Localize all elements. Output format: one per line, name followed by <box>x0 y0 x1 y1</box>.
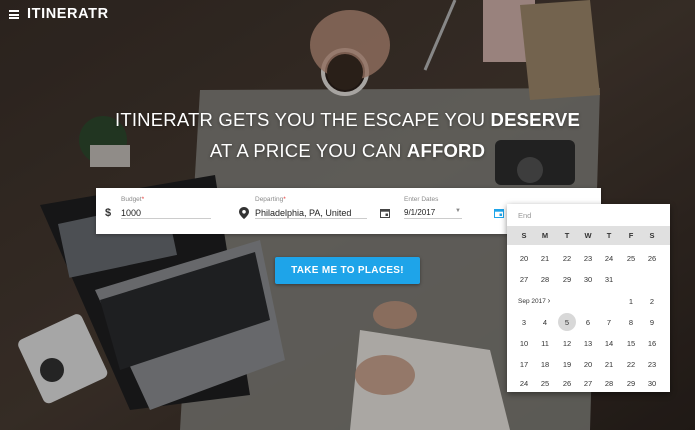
headline-line-1-emphasis: DESERVE <box>490 109 580 130</box>
calendar-day[interactable]: 21 <box>535 254 555 263</box>
departing-label: Departing* <box>255 196 286 203</box>
calendar-day[interactable]: 9 <box>642 318 662 327</box>
weekday-label: M <box>541 231 549 240</box>
take-me-to-places-button[interactable]: TAKE ME TO PLACES! <box>275 257 420 284</box>
calendar-day[interactable]: 18 <box>535 360 555 369</box>
calendar-day[interactable]: 8 <box>621 318 641 327</box>
weekday-label: S <box>649 231 655 240</box>
dollar-icon: $ <box>105 207 112 219</box>
calendar-day[interactable]: 3 <box>514 318 534 327</box>
end-date-input[interactable]: End <box>518 211 531 220</box>
calendar-day[interactable]: 24 <box>599 254 619 263</box>
calendar-day[interactable]: 13 <box>578 339 598 348</box>
calendar-week-row: 24 25 26 27 28 29 30 <box>507 374 670 392</box>
calendar-day[interactable]: 25 <box>621 254 641 263</box>
headline-line-1-text: ITINERATR GETS YOU THE ESCAPE YOU <box>115 109 491 130</box>
calendar-day[interactable]: 22 <box>621 360 641 369</box>
departing-underline <box>255 218 367 219</box>
headline-line-2-text: AT A PRICE YOU CAN <box>209 140 407 161</box>
calendar-day-highlighted[interactable]: 5 <box>557 318 577 327</box>
dates-label: Enter Dates <box>404 196 439 203</box>
calendar-day[interactable]: 28 <box>599 379 619 388</box>
calendar-week-row: 17 18 19 20 21 22 23 <box>507 355 670 373</box>
calendar-day[interactable]: 11 <box>535 339 555 348</box>
start-date-input[interactable]: 9/1/2017 <box>404 208 435 217</box>
budget-label: Budget* <box>121 196 144 203</box>
calendar-day[interactable]: 2 <box>642 297 662 306</box>
weekday-label: T <box>564 231 570 240</box>
weekday-label: T <box>606 231 612 240</box>
location-pin-icon <box>239 207 249 219</box>
calendar-day[interactable]: 16 <box>642 339 662 348</box>
calendar-day[interactable]: 23 <box>578 254 598 263</box>
weekday-label: W <box>584 231 592 240</box>
calendar-day[interactable]: 30 <box>578 275 598 284</box>
budget-input[interactable]: 1000 <box>121 208 141 218</box>
departing-field[interactable]: Departing* Philadelphia, PA, United <box>236 188 376 234</box>
headline-line-2: AT A PRICE YOU CAN AFFORD <box>0 140 695 162</box>
dates-underline <box>404 218 462 219</box>
end-date-picker: End S M T W T F S 20 21 22 23 24 25 26 2… <box>507 204 670 392</box>
calendar-day[interactable]: 23 <box>642 360 662 369</box>
budget-field[interactable]: $ Budget* 1000 <box>96 188 216 234</box>
calendar-day[interactable]: 17 <box>514 360 534 369</box>
calendar-day[interactable]: 21 <box>599 360 619 369</box>
calendar-day[interactable]: 19 <box>557 360 577 369</box>
calendar-day[interactable]: 22 <box>557 254 577 263</box>
calendar-week-row: 20 21 22 23 24 25 26 <box>507 249 670 267</box>
calendar-week-row: 10 11 12 13 14 15 16 <box>507 334 670 352</box>
calendar-week-row: 1 2 <box>507 292 670 310</box>
calendar-day[interactable]: 12 <box>557 339 577 348</box>
calendar-day[interactable]: 29 <box>621 379 641 388</box>
weekday-label: F <box>628 231 634 240</box>
calendar-day[interactable]: 6 <box>578 318 598 327</box>
departing-input[interactable]: Philadelphia, PA, United <box>255 208 351 218</box>
calendar-day[interactable]: 1 <box>621 297 641 306</box>
calendar-day[interactable]: 4 <box>535 318 555 327</box>
calendar-day[interactable]: 25 <box>535 379 555 388</box>
calendar-week-row: 3 4 5 6 7 8 9 <box>507 313 670 331</box>
calendar-day[interactable]: 26 <box>642 254 662 263</box>
weekday-header: S M T W T F S <box>507 226 670 245</box>
headline-line-1: ITINERATR GETS YOU THE ESCAPE YOU DESERV… <box>0 109 695 131</box>
budget-label-text: Budget <box>121 196 142 203</box>
weekday-label: S <box>521 231 527 240</box>
hamburger-menu-icon[interactable] <box>9 10 19 19</box>
calendar-day[interactable]: 7 <box>599 318 619 327</box>
calendar-day[interactable]: 27 <box>578 379 598 388</box>
calendar-day[interactable]: 27 <box>514 275 534 284</box>
calendar-day[interactable]: 20 <box>514 254 534 263</box>
calendar-day[interactable]: 10 <box>514 339 534 348</box>
calendar-week-row: 27 28 29 30 31 <box>507 270 670 288</box>
calendar-day[interactable]: 31 <box>599 275 619 284</box>
calendar-day[interactable]: 20 <box>578 360 598 369</box>
app-logo[interactable]: ITINERATR <box>27 6 109 22</box>
end-date-calendar-icon[interactable] <box>494 208 504 218</box>
calendar-day[interactable]: 30 <box>642 379 662 388</box>
calendar-day[interactable]: 24 <box>514 379 534 388</box>
calendar-day[interactable]: 29 <box>557 275 577 284</box>
budget-underline <box>121 218 211 219</box>
calendar-day[interactable]: 15 <box>621 339 641 348</box>
top-bar: ITINERATR <box>0 0 695 30</box>
dates-field[interactable]: Enter Dates 9/1/2017 ▼ <box>398 188 468 234</box>
calendar-day[interactable]: 26 <box>557 379 577 388</box>
calendar-day[interactable]: 14 <box>599 339 619 348</box>
departing-label-text: Departing <box>255 196 284 203</box>
departing-required-mark: * <box>283 196 286 203</box>
headline-line-2-emphasis: AFFORD <box>406 140 486 161</box>
calendar-icon[interactable] <box>380 208 390 218</box>
budget-required-mark: * <box>141 196 145 203</box>
calendar-day[interactable]: 28 <box>535 275 555 284</box>
dates-dropdown-arrow-icon[interactable]: ▼ <box>455 208 461 214</box>
